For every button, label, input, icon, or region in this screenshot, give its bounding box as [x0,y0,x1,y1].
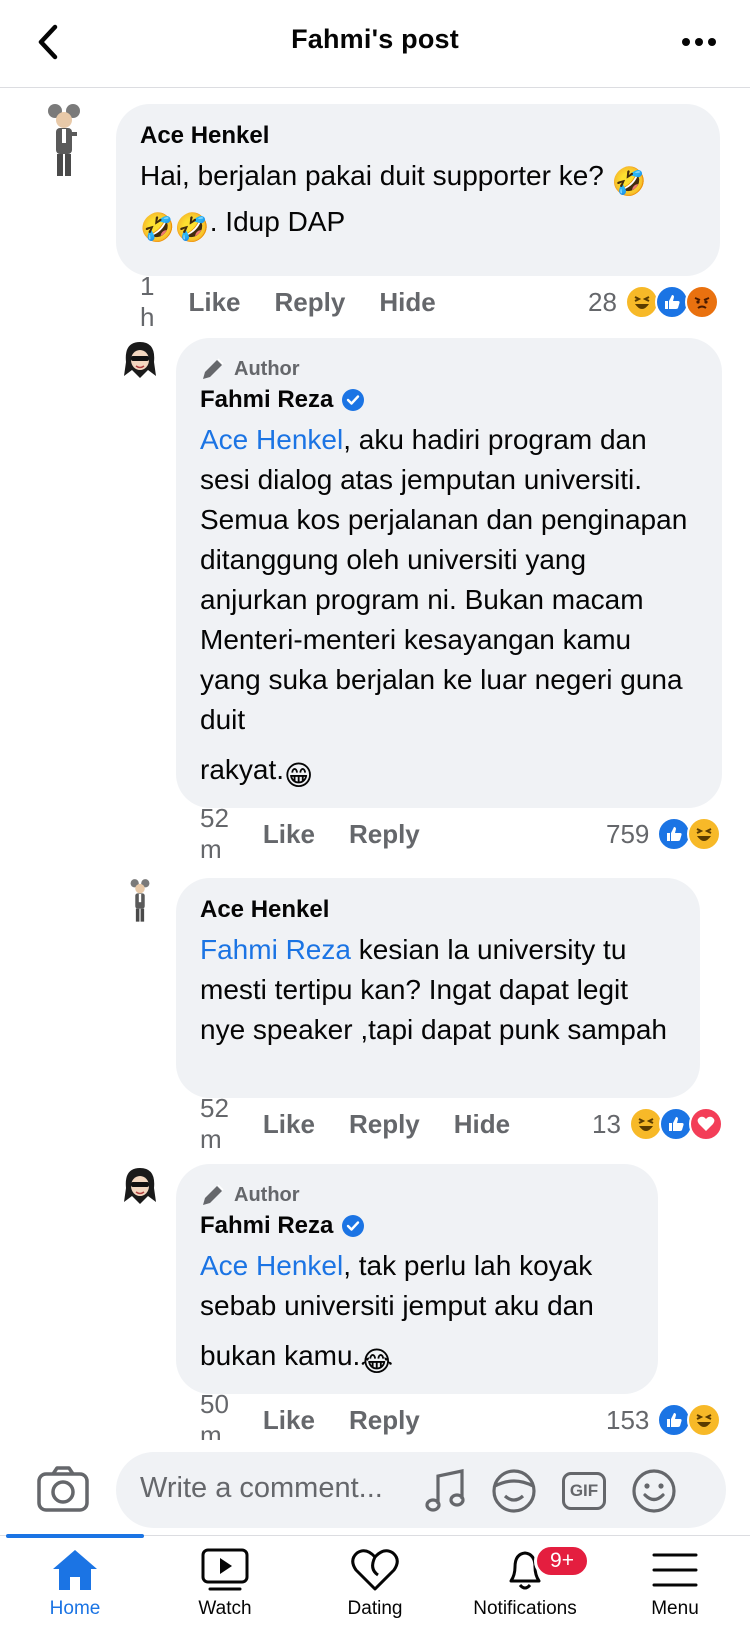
haha-reaction-icon [624,285,659,319]
reply-button[interactable]: Reply [275,287,346,318]
bottom-navigation: Home Watch Dating 9+ Notifications Menu [0,1534,750,1625]
avatar[interactable] [122,1166,158,1206]
haha-reaction-icon [687,817,722,851]
hide-button[interactable]: Hide [379,287,435,318]
gif-icon: GIF [562,1472,606,1510]
comment-text: Hai, berjalan pakai duit supporter ke? 🤣… [140,156,696,248]
more-options-button[interactable] [672,22,726,62]
comment-composer: Write a comment... GIF [0,1440,750,1540]
rofl-emoji: 🤣🤣 [140,212,210,243]
nav-label: Notifications [473,1598,577,1619]
comment-author-name[interactable]: Ace Henkel [140,122,269,150]
reaction-count: 759 [606,818,650,849]
avatar[interactable] [44,102,84,180]
comment-actions: 50 m Like Reply [200,1389,420,1450]
like-button[interactable]: Like [263,1109,315,1140]
nav-label: Menu [651,1598,699,1619]
nav-watch[interactable]: Watch [150,1536,300,1625]
haha-reaction-icon [628,1107,663,1141]
emoji-icon [632,1469,676,1513]
angry-reaction-icon [684,285,719,319]
emoji-button[interactable] [630,1468,678,1514]
pencil-icon [203,1184,224,1205]
author-label: Author [234,357,300,380]
nav-dating[interactable]: Dating [300,1536,450,1625]
avatar-sticker-icon [492,1469,536,1513]
comment-author-name[interactable]: Fahmi Reza [200,386,333,414]
avatar[interactable] [122,340,158,380]
reaction-summary[interactable]: 153 [606,1400,722,1440]
hide-button[interactable]: Hide [454,1109,510,1140]
comment-text: Ace Henkel, aku hadiri program dan sesi … [200,420,698,796]
reaction-summary[interactable]: 759 [606,814,722,854]
reply-button[interactable]: Reply [349,1405,420,1436]
author-label: Author [234,1183,300,1206]
comment-bubble[interactable]: Author Fahmi Reza Ace Henkel, tak perlu … [176,1164,658,1394]
haha-reaction-icon [687,1403,722,1437]
comment-bubble[interactable]: Ace Henkel Hai, berjalan pakai duit supp… [116,104,720,276]
home-icon [49,1546,101,1594]
music-button[interactable] [422,1468,470,1514]
dating-icon [349,1546,401,1594]
verified-badge-icon [342,1215,365,1237]
reaction-count: 13 [592,1108,621,1139]
comment-input[interactable]: Write a comment... GIF [116,1452,726,1528]
like-button[interactable]: Like [188,287,240,318]
music-icon [425,1469,465,1512]
comment-text: Fahmi Reza kesian la university tu mesti… [200,934,667,1045]
comment-text: Ace Henkel, tak perlu lah koyak sebab un… [200,1246,634,1382]
love-reaction-icon [688,1107,723,1141]
like-reaction-icon [658,1107,693,1141]
comment-author-name[interactable]: Fahmi Reza [200,1212,333,1240]
like-reaction-icon [657,1403,692,1437]
gif-button[interactable]: GIF [560,1468,608,1514]
comment-time[interactable]: 52 m [200,1093,229,1155]
like-button[interactable]: Like [263,1405,315,1436]
author-tag: Author [200,1182,634,1208]
watch-icon [199,1546,251,1594]
page-title: Fahmi's post [291,24,459,54]
mention-link[interactable]: Ace Henkel [200,1250,343,1281]
nav-home[interactable]: Home [0,1536,150,1625]
grin-emoji: 😁 [284,760,314,791]
nav-notifications[interactable]: 9+ Notifications [450,1536,600,1625]
avatar-sticker-button[interactable] [490,1468,538,1514]
author-tag: Author [200,356,698,382]
reaction-summary[interactable]: 13 [592,1104,723,1144]
reaction-summary[interactable]: 28 [588,282,719,322]
nav-label: Home [49,1598,101,1619]
comment-bubble[interactable]: Author Fahmi Reza Ace Henkel, aku hadiri… [176,338,722,808]
nav-menu[interactable]: Menu [600,1536,750,1625]
comment-input-placeholder: Write a comment... [140,1472,383,1504]
comment-actions: 52 m Like Reply [200,803,420,864]
mention-link[interactable]: Fahmi Reza [200,934,351,965]
pencil-icon [203,358,224,379]
reaction-count: 28 [588,286,617,317]
more-horizontal-icon [682,38,716,46]
verified-badge-icon [342,389,365,411]
nav-label: Dating [347,1598,403,1619]
like-reaction-icon [654,285,689,319]
comment-time[interactable]: 52 m [200,803,229,865]
camera-button[interactable] [36,1464,90,1514]
reaction-count: 153 [606,1404,650,1435]
post-header: Fahmi's post [0,0,750,88]
tears-of-joy-emoji: 😂 [360,1346,394,1377]
nav-label: Watch [198,1598,252,1619]
like-reaction-icon [657,817,692,851]
comment-bubble[interactable]: Ace Henkel Fahmi Reza kesian la universi… [176,878,700,1098]
notification-badge: 9+ [534,1544,590,1578]
comment-actions: 1 h Like Reply Hide [140,271,436,332]
avatar[interactable] [128,878,152,924]
reply-button[interactable]: Reply [349,1109,420,1140]
camera-icon [37,1466,89,1512]
rofl-emoji: 🤣 [611,166,647,197]
like-button[interactable]: Like [263,819,315,850]
comment-time[interactable]: 1 h [140,271,154,333]
comment-author-name[interactable]: Ace Henkel [200,896,329,924]
comment-actions: 52 m Like Reply Hide [200,1093,510,1154]
mention-link[interactable]: Ace Henkel [200,424,343,455]
reply-button[interactable]: Reply [349,819,420,850]
menu-icon [649,1546,701,1594]
